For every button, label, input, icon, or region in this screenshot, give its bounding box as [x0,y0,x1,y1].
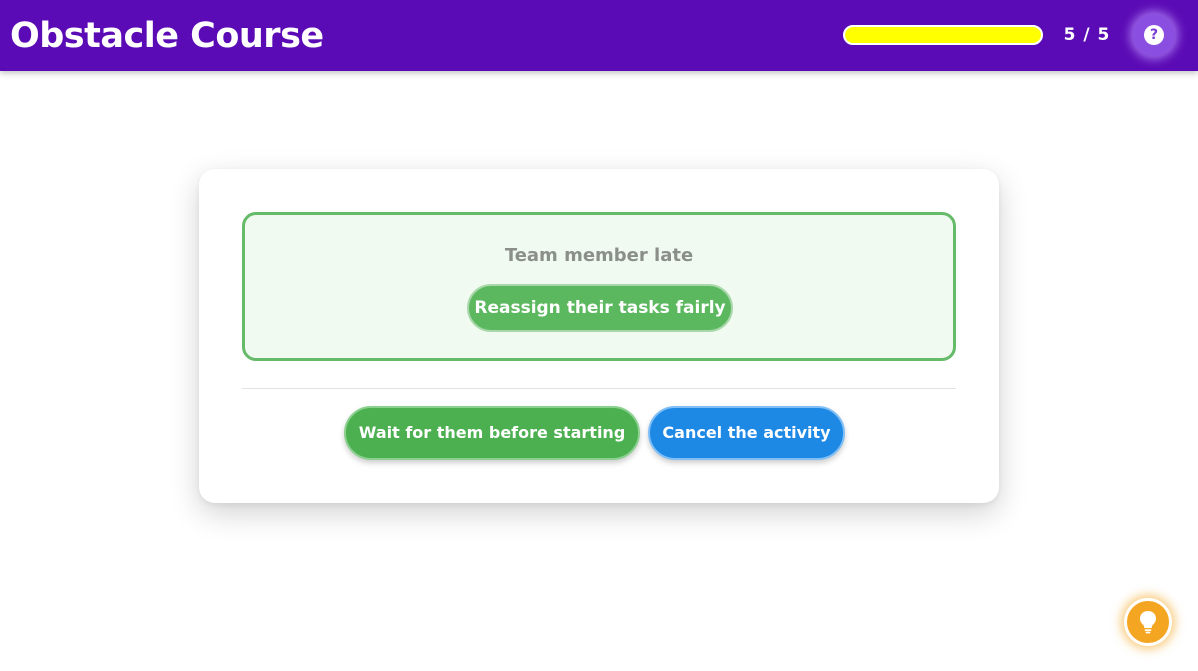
progress-bar [843,25,1043,45]
question-circle-icon: ? [1144,25,1164,45]
option-cancel-button[interactable]: Cancel the activity [648,406,845,460]
question-card: Team member late Reassign their tasks fa… [199,169,999,503]
help-button[interactable]: ? [1133,14,1175,56]
option-wait-button[interactable]: Wait for them before starting [344,406,640,460]
lightbulb-icon [1140,611,1156,634]
hint-button[interactable] [1124,598,1172,646]
app-title: Obstacle Course [10,16,324,56]
divider [242,388,956,389]
selected-answer-chip[interactable]: Reassign their tasks fairly [467,284,733,332]
progress-bar-fill [845,27,1041,43]
top-bar: Obstacle Course 5 / 5 ? [0,0,1198,71]
scenario-label: Team member late [504,245,694,266]
progress-count: 5 / 5 [1063,25,1111,45]
scenario-box: Team member late Reassign their tasks fa… [242,212,956,361]
